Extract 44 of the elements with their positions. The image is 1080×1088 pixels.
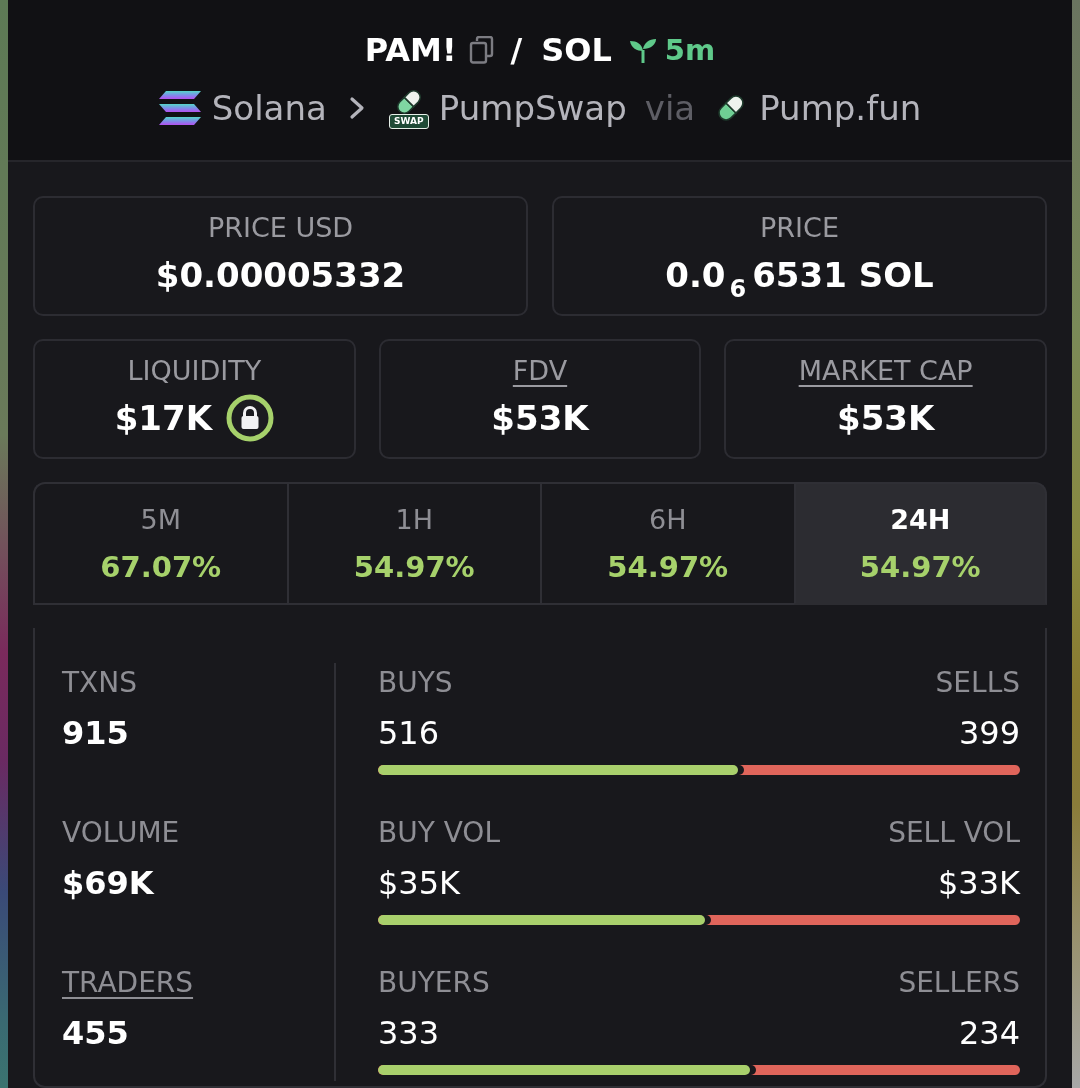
- dex-link[interactable]: PumpSwap: [438, 88, 627, 128]
- chevron-right-icon: [348, 96, 365, 120]
- sell-value: 399: [958, 713, 1020, 753]
- card-label[interactable]: MARKET CAP: [798, 353, 973, 389]
- stat-label: TXNS: [62, 665, 137, 701]
- sell-label: SELL VOL: [888, 815, 1020, 851]
- via-text: via: [644, 88, 696, 128]
- buy-label: BUYERS: [378, 965, 490, 1001]
- buy-label: BUYS: [378, 665, 453, 701]
- sell-label: SELLERS: [898, 965, 1020, 1001]
- buy-value: $35K: [378, 863, 461, 903]
- stat-value: $53K: [837, 397, 935, 440]
- price-value: 0.0$_{6}$6531 SOL: [665, 254, 934, 298]
- copy-icon[interactable]: [469, 36, 495, 64]
- card-label: PRICE: [760, 211, 839, 245]
- card-label: PRICE USD: [207, 211, 354, 245]
- stat-value: $69K: [62, 863, 154, 903]
- sprout-icon: [628, 37, 657, 63]
- buy-value: 333: [378, 1013, 440, 1053]
- sell-value: $33K: [937, 863, 1020, 903]
- buy-label: BUY VOL: [378, 815, 500, 851]
- pair-age: 5m: [664, 33, 716, 67]
- stat-label[interactable]: TRADERS: [62, 965, 194, 1001]
- timeframe-tab[interactable]: 24H 54.97%: [793, 482, 1047, 605]
- price-value: $0.00005332: [155, 254, 406, 297]
- timeframe-tab[interactable]: 6H 54.97%: [540, 482, 794, 605]
- stat-label: VOLUME: [62, 815, 180, 851]
- timeframe-tab[interactable]: 5M 67.07%: [33, 482, 287, 605]
- stacked-bars-icon: [158, 91, 201, 125]
- sell-label: SELLS: [935, 665, 1020, 701]
- stat-value: $17K: [114, 397, 212, 440]
- chain-link[interactable]: Solana: [211, 88, 327, 128]
- base-token-symbol: PAM!: [364, 31, 457, 69]
- card-label[interactable]: FDV: [512, 353, 568, 389]
- card-label: LIQUIDITY: [127, 354, 262, 388]
- sell-value: 234: [958, 1013, 1020, 1053]
- timeframe-tab[interactable]: 1H 54.97%: [286, 482, 540, 605]
- launchpad-link[interactable]: Pump.fun: [759, 88, 922, 128]
- pair-separator: /: [510, 31, 523, 69]
- stat-value: 915: [62, 713, 129, 753]
- stat-value: $53K: [491, 397, 589, 440]
- quote-token-symbol: SOL: [541, 31, 612, 69]
- stat-value: 455: [62, 1013, 129, 1053]
- buy-value: 516: [378, 713, 440, 753]
